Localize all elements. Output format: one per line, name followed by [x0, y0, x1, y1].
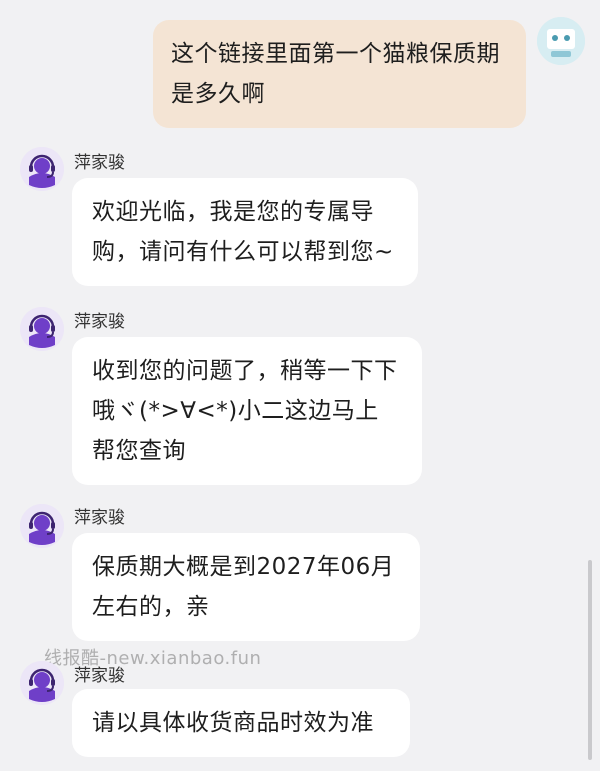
headset-agent-icon	[20, 147, 64, 191]
self-avatar[interactable]	[537, 17, 585, 65]
agent-avatar[interactable]	[20, 661, 64, 705]
incoming-message-bubble[interactable]: 保质期大概是到2027年06月左右的，亲	[72, 533, 420, 641]
message-text: 这个链接里面第一个猫粮保质期是多久啊	[171, 41, 500, 107]
sender-name: 萍家骏	[74, 666, 125, 686]
agent-avatar[interactable]	[20, 147, 64, 191]
incoming-message-bubble[interactable]: 请以具体收货商品时效为准	[72, 689, 410, 757]
sender-name: 萍家骏	[74, 153, 125, 173]
headset-agent-icon	[20, 504, 64, 548]
message-text: 保质期大概是到2027年06月左右的，亲	[92, 554, 395, 620]
sender-name: 萍家骏	[74, 312, 125, 332]
message-text: 请以具体收货商品时效为准	[92, 710, 374, 736]
scrollbar[interactable]	[588, 560, 592, 760]
message-text: 收到您的问题了，稍等一下下哦ヾ(*>∀<*)小二这边马上帮您查询	[92, 358, 398, 464]
headset-agent-icon	[20, 307, 64, 351]
incoming-message-bubble[interactable]: 欢迎光临，我是您的专属导购，请问有什么可以帮到您~	[72, 178, 418, 286]
message-text: 欢迎光临，我是您的专属导购，请问有什么可以帮到您~	[92, 199, 394, 265]
sender-name: 萍家骏	[74, 508, 125, 528]
headset-agent-icon	[20, 661, 64, 705]
incoming-message-bubble[interactable]: 收到您的问题了，稍等一下下哦ヾ(*>∀<*)小二这边马上帮您查询	[72, 337, 422, 485]
outgoing-message-bubble[interactable]: 这个链接里面第一个猫粮保质期是多久啊	[153, 20, 526, 128]
agent-avatar[interactable]	[20, 504, 64, 548]
user-avatar-icon	[537, 17, 585, 65]
agent-avatar[interactable]	[20, 307, 64, 351]
